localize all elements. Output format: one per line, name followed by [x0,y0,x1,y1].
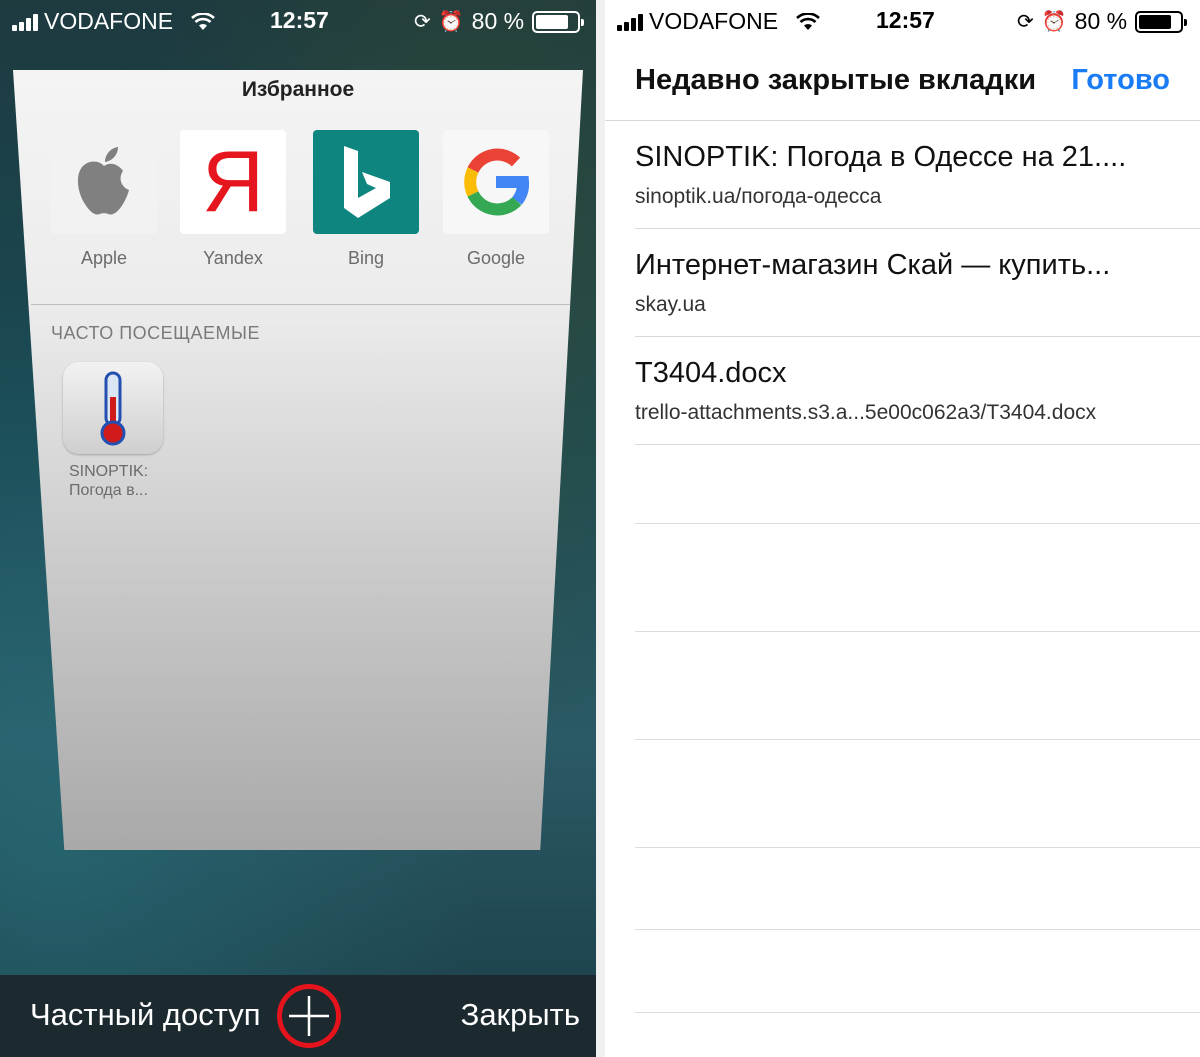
frequent-item-sinoptik[interactable]: SINOPTIK: Погода в... [63,362,163,500]
empty-row-divider [635,1012,1200,1013]
yandex-icon: Я [180,130,286,234]
rotation-lock-icon: ⟳ [414,11,431,33]
close-button[interactable]: Закрыть [461,997,580,1033]
closed-tab-row[interactable]: T3404.docx trello-attachments.s3.a...5e0… [635,337,1200,445]
bing-icon [313,130,419,234]
bottom-toolbar: Частный доступ Закрыть [0,975,596,1057]
favorite-yandex[interactable]: Я Yandex [180,130,286,269]
battery-percent: 80 % [1074,8,1128,34]
closed-tab-title: T3404.docx [635,357,787,389]
nav-header: Недавно закрытые вкладки Готово [635,64,1170,104]
wifi-icon [796,12,820,30]
favorite-apple[interactable]: Apple [51,130,157,269]
status-bar: VODAFONE 12:57 ⟳ ⏰ 80 % [0,0,596,40]
closed-tab-url: skay.ua [635,293,706,316]
page-title: Недавно закрытые вкладки [635,64,1037,96]
battery-percent: 80 % [471,8,525,34]
apple-icon [51,130,157,234]
google-icon [443,130,549,234]
tab-switcher-screen: VODAFONE 12:57 ⟳ ⏰ 80 % Избранное Apple … [0,0,596,1057]
favorite-label: Bing [347,248,385,268]
empty-row-divider [635,739,1200,740]
favorite-label: Apple [80,248,128,268]
carrier-name: VODAFONE [44,8,174,34]
status-bar: VODAFONE 12:57 ⟳ ⏰ 80 % [605,0,1200,40]
tab-preview-card[interactable]: Избранное Apple Я Yandex Bing Google ЧАС… [13,70,583,850]
favorite-label: Google [466,248,526,268]
recently-closed-screen: VODAFONE 12:57 ⟳ ⏰ 80 % Недавно закрытые… [605,0,1200,1057]
screen-divider [596,0,605,1057]
rotation-lock-icon: ⟳ [1017,11,1034,33]
closed-tab-url: trello-attachments.s3.a...5e00c062a3/T34… [635,401,1097,424]
alarm-icon: ⏰ [1041,11,1067,33]
signal-icon [12,13,38,31]
thermometer-icon [63,362,163,454]
status-time: 12:57 [876,7,935,33]
closed-tab-row[interactable]: Интернет-магазин Скай — купить... skay.u… [635,229,1200,337]
battery-icon [1135,10,1188,33]
frequent-section-title: ЧАСТО ПОСЕЩАЕМЫЕ [51,323,260,343]
empty-row-divider [635,847,1200,848]
favorite-label: Yandex [203,248,263,268]
battery-icon [532,10,585,33]
status-time: 12:57 [270,7,329,33]
carrier-name: VODAFONE [649,8,779,34]
empty-row-divider [635,631,1200,632]
carrier-group: VODAFONE [12,8,215,35]
wifi-icon [191,12,215,30]
frequent-label-line1: SINOPTIK: [69,463,149,480]
closed-tab-title: Интернет-магазин Скай — купить... [635,249,1111,281]
frequent-label-line2: Погода в... [69,482,148,499]
section-divider [31,304,583,305]
closed-tab-title: SINOPTIK: Погода в Одессе на 21.... [635,141,1127,173]
alarm-icon: ⏰ [438,11,464,33]
carrier-group: VODAFONE [617,8,820,35]
signal-icon [617,13,643,31]
closed-tab-url: sinoptik.ua/погода-одесса [635,185,882,208]
new-tab-button[interactable] [277,984,341,1048]
favorite-bing[interactable]: Bing [313,130,419,269]
closed-tab-row[interactable]: SINOPTIK: Погода в Одессе на 21.... sino… [635,121,1200,229]
empty-row-divider [635,523,1200,524]
private-mode-button[interactable]: Частный доступ [30,997,261,1033]
favorite-google[interactable]: Google [443,130,549,269]
highlight-ring [277,984,341,1048]
done-button[interactable]: Готово [1071,64,1170,97]
empty-row-divider [635,929,1200,930]
favorites-title: Избранное [241,78,355,101]
